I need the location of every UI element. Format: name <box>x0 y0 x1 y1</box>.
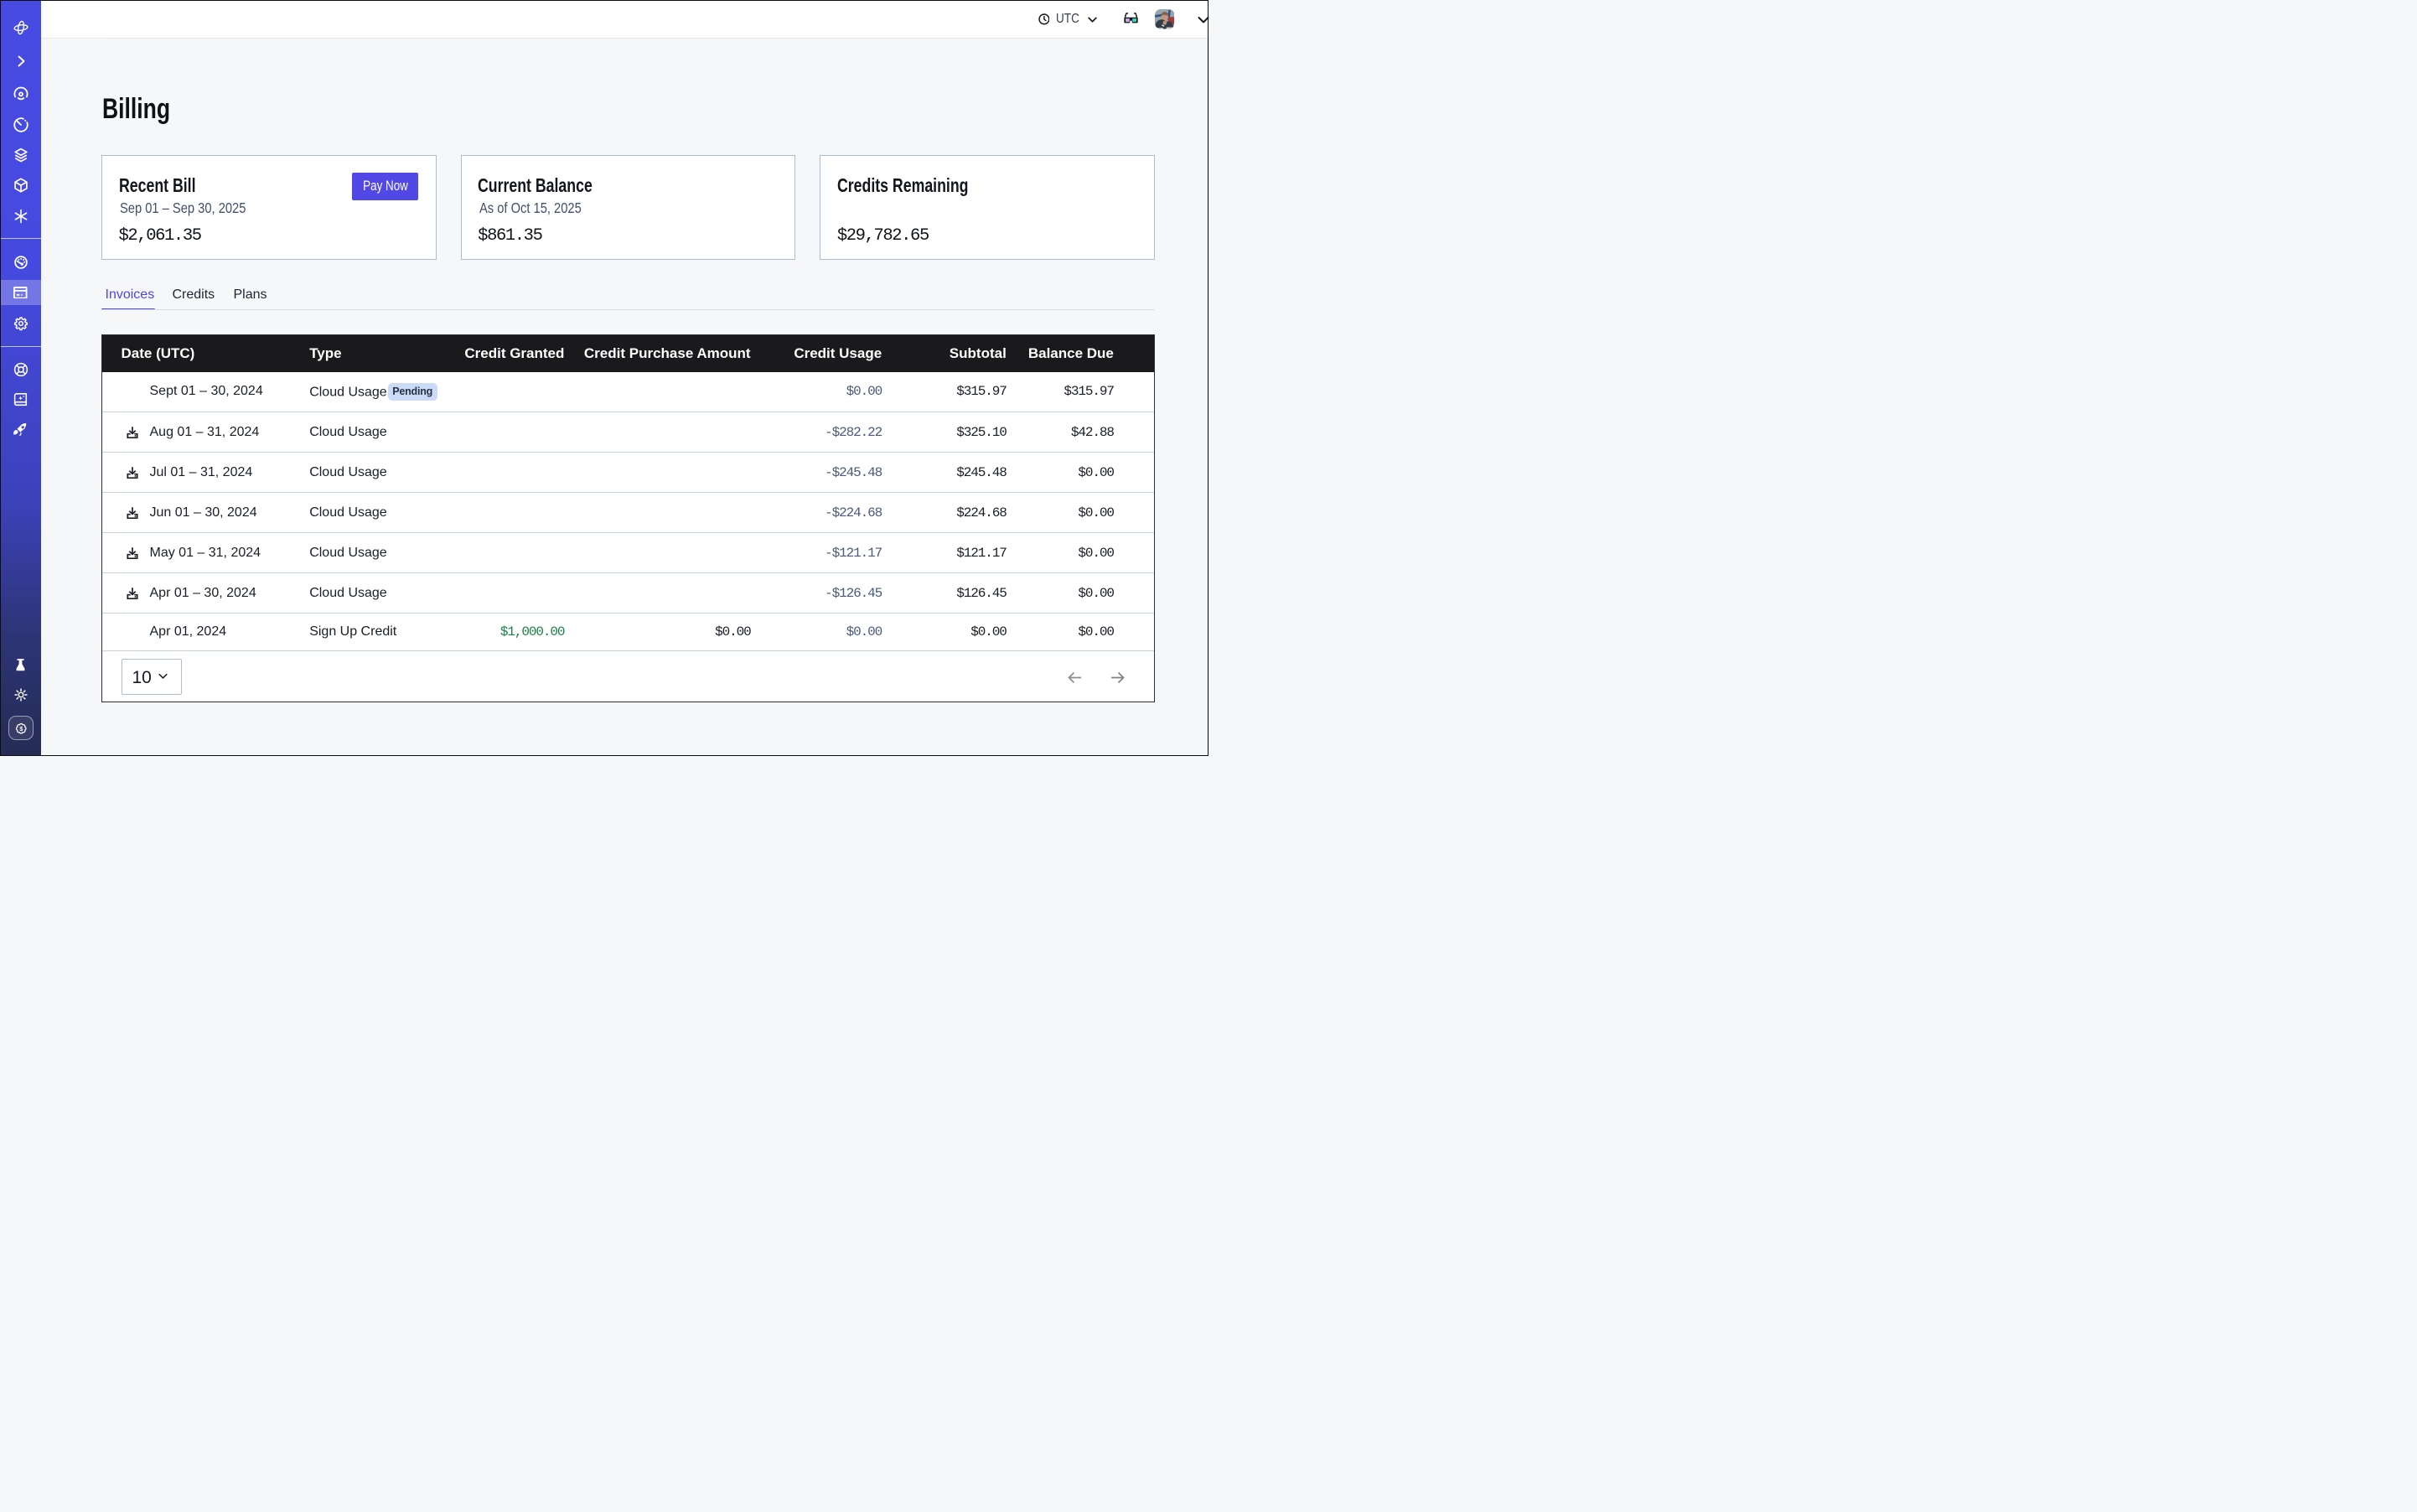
svg-text:$: $ <box>19 724 23 732</box>
